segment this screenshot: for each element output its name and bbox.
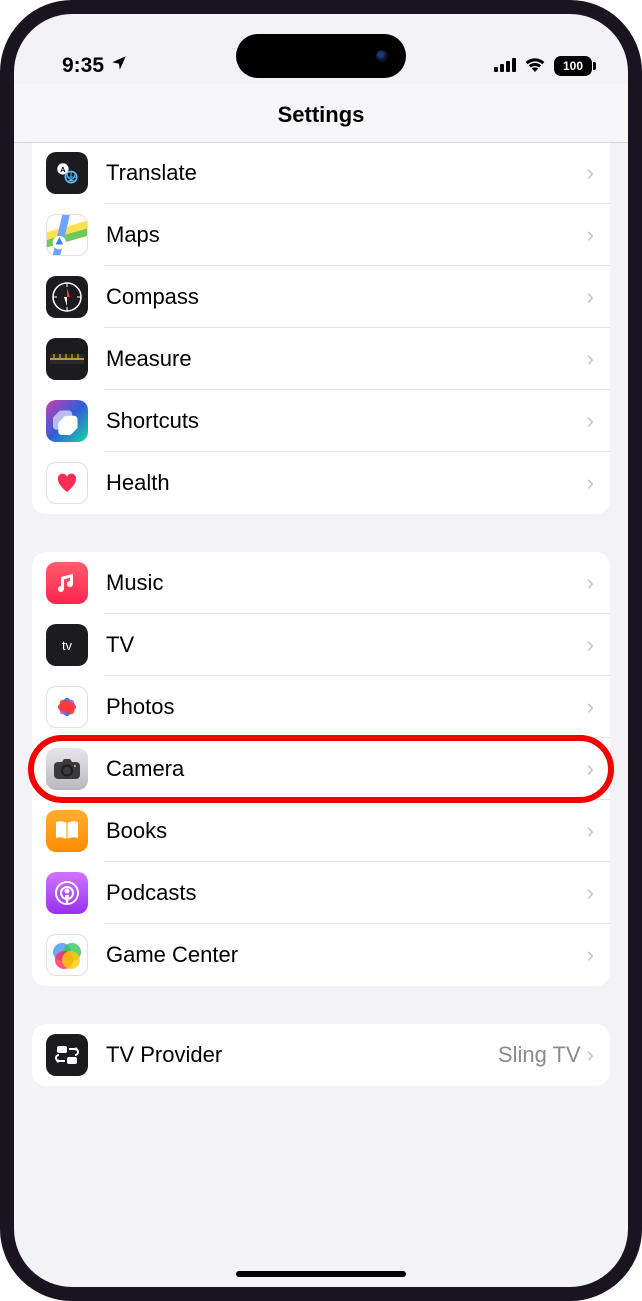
row-label: Game Center — [106, 942, 587, 968]
row-label: Photos — [106, 694, 587, 720]
chevron-right-icon: › — [587, 632, 594, 658]
location-icon — [110, 54, 128, 78]
battery-icon: 100 — [554, 56, 592, 76]
chevron-right-icon: › — [587, 694, 594, 720]
row-label: Health — [106, 470, 587, 496]
row-music[interactable]: Music › — [32, 552, 610, 614]
row-maps[interactable]: Maps › — [32, 204, 610, 266]
row-compass[interactable]: Compass › — [32, 266, 610, 328]
cellular-icon — [494, 54, 516, 78]
settings-group: Music › tv TV › — [32, 552, 610, 986]
podcasts-icon — [46, 872, 88, 914]
chevron-right-icon: › — [587, 160, 594, 186]
row-gamecenter[interactable]: Game Center › — [32, 924, 610, 986]
chevron-right-icon: › — [587, 942, 594, 968]
row-label: Measure — [106, 346, 587, 372]
row-camera[interactable]: Camera › — [32, 738, 610, 800]
status-time: 9:35 — [62, 54, 104, 78]
chevron-right-icon: › — [587, 408, 594, 434]
chevron-right-icon: › — [587, 756, 594, 782]
chevron-right-icon: › — [587, 570, 594, 596]
settings-list[interactable]: A Translate › Maps › Compass — [14, 143, 628, 1287]
row-translate[interactable]: A Translate › — [32, 143, 610, 204]
chevron-right-icon: › — [587, 818, 594, 844]
screen: 9:35 — [14, 14, 628, 1287]
chevron-right-icon: › — [587, 880, 594, 906]
row-podcasts[interactable]: Podcasts › — [32, 862, 610, 924]
svg-text:A: A — [60, 165, 66, 174]
chevron-right-icon: › — [587, 346, 594, 372]
camera-icon — [46, 748, 88, 790]
chevron-right-icon: › — [587, 222, 594, 248]
row-tv[interactable]: tv TV › — [32, 614, 610, 676]
maps-icon — [46, 214, 88, 256]
chevron-right-icon: › — [587, 1042, 594, 1068]
music-icon — [46, 562, 88, 604]
row-label: Shortcuts — [106, 408, 587, 434]
compass-icon — [46, 276, 88, 318]
tvprovider-icon — [46, 1034, 88, 1076]
settings-group: A Translate › Maps › Compass — [32, 143, 610, 514]
phone-frame: 9:35 — [0, 0, 642, 1301]
row-tvprovider[interactable]: TV Provider Sling TV › — [32, 1024, 610, 1086]
row-label: Music — [106, 570, 587, 596]
home-indicator[interactable] — [236, 1271, 406, 1277]
row-label: Camera — [106, 756, 587, 782]
battery-level: 100 — [563, 59, 583, 73]
books-icon — [46, 810, 88, 852]
row-measure[interactable]: Measure › — [32, 328, 610, 390]
row-label: Maps — [106, 222, 587, 248]
tv-icon: tv — [46, 624, 88, 666]
row-label: TV Provider — [106, 1042, 498, 1068]
row-label: Books — [106, 818, 587, 844]
page-title: Settings — [14, 84, 628, 143]
chevron-right-icon: › — [587, 284, 594, 310]
row-books[interactable]: Books › — [32, 800, 610, 862]
row-shortcuts[interactable]: Shortcuts › — [32, 390, 610, 452]
row-detail: Sling TV — [498, 1042, 581, 1068]
row-health[interactable]: Health › — [32, 452, 610, 514]
row-label: Translate — [106, 160, 587, 186]
dynamic-island — [236, 34, 406, 78]
settings-group: TV Provider Sling TV › — [32, 1024, 610, 1086]
row-photos[interactable]: Photos › — [32, 676, 610, 738]
health-icon — [46, 462, 88, 504]
row-label: Podcasts — [106, 880, 587, 906]
translate-icon: A — [46, 152, 88, 194]
gamecenter-icon — [46, 934, 88, 976]
row-label: Compass — [106, 284, 587, 310]
chevron-right-icon: › — [587, 470, 594, 496]
row-label: TV — [106, 632, 587, 658]
photos-icon — [46, 686, 88, 728]
measure-icon — [46, 338, 88, 380]
wifi-icon — [524, 54, 546, 78]
shortcuts-icon — [46, 400, 88, 442]
